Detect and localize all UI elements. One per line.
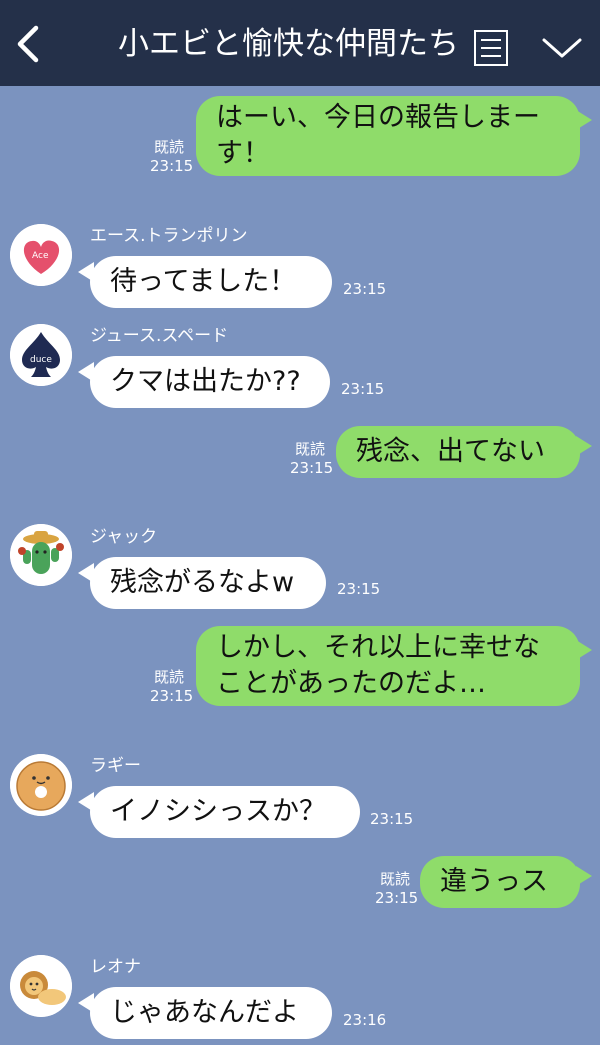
sender-name: ジュース.スペード — [90, 326, 229, 346]
heart-ace-avatar: Ace — [10, 224, 72, 286]
message-text: 残念がるなよw — [110, 567, 295, 598]
chevron-down-icon — [542, 38, 582, 58]
incoming-message-bubble[interactable]: 待ってました！ — [90, 256, 332, 308]
cactus-avatar — [10, 524, 72, 586]
message-text: イノシシっスか？ — [110, 796, 326, 827]
chat-title: 小エビと愉快な仲間たち — [118, 26, 459, 62]
avatar-leona[interactable] — [10, 955, 72, 1017]
message-text: 違うっス — [440, 866, 548, 897]
read-receipt: 既読 — [153, 138, 184, 156]
message-text-line: しかし、それ以上に幸せな — [216, 632, 540, 663]
svg-text:duce: duce — [30, 355, 52, 365]
svg-text:Ace: Ace — [32, 251, 49, 261]
outgoing-message-bubble[interactable]: しかし、それ以上に幸せな ことがあったのだよ… — [196, 626, 580, 706]
message-time: 23:15 — [290, 459, 334, 477]
spade-duce-avatar: duce — [10, 324, 72, 386]
message-time: 23:15 — [150, 687, 194, 705]
message-text: じゃあなんだよ — [110, 997, 299, 1028]
avatar-ruggie[interactable] — [10, 754, 72, 816]
avatar-jack[interactable] — [10, 524, 72, 586]
message-time: 23:15 — [341, 380, 385, 398]
menu-icon — [474, 30, 508, 66]
bubble-tail — [576, 110, 592, 130]
chat-header: 小エビと愉快な仲間たち — [0, 0, 600, 86]
read-receipt: 既読 — [294, 440, 325, 458]
message-text: クマは出たか?? — [110, 366, 301, 397]
outgoing-message-bubble[interactable]: 残念、出てない — [336, 426, 580, 478]
incoming-message-bubble[interactable]: イノシシっスか？ — [90, 786, 360, 838]
incoming-message-bubble[interactable]: じゃあなんだよ — [90, 987, 332, 1039]
donut-avatar — [10, 754, 72, 816]
read-receipt: 既読 — [153, 668, 184, 686]
menu-button[interactable] — [474, 30, 508, 66]
read-receipt: 既読 — [379, 870, 410, 888]
sender-name: ジャック — [90, 527, 158, 547]
outgoing-message-bubble[interactable]: はーい、今日の報告しまー す！ — [196, 96, 580, 176]
bubble-tail — [576, 640, 592, 660]
avatar-ace[interactable]: Ace — [10, 224, 72, 286]
lion-avatar — [10, 955, 72, 1017]
message-text-line: ことがあったのだよ… — [216, 668, 486, 699]
outgoing-message-bubble[interactable]: 違うっス — [420, 856, 580, 908]
incoming-message-bubble[interactable]: クマは出たか?? — [90, 356, 330, 408]
bubble-tail — [576, 436, 592, 456]
sender-name: レオナ — [90, 957, 141, 977]
sender-name: ラギー — [90, 756, 141, 776]
incoming-message-bubble[interactable]: 残念がるなよw — [90, 557, 326, 609]
dropdown-button[interactable] — [540, 34, 584, 64]
message-time: 23:15 — [375, 889, 419, 907]
avatar-duce[interactable]: duce — [10, 324, 72, 386]
message-text: 残念、出てない — [356, 436, 545, 467]
sender-name: エース.トランポリン — [90, 226, 248, 246]
message-time: 23:15 — [343, 280, 387, 298]
chevron-left-icon — [17, 25, 39, 63]
message-time: 23:15 — [337, 580, 381, 598]
message-time: 23:15 — [370, 810, 414, 828]
message-text-line: はーい、今日の報告しまー — [216, 102, 540, 133]
message-time: 23:15 — [150, 157, 194, 175]
bubble-tail — [576, 866, 592, 886]
message-time: 23:16 — [343, 1011, 387, 1029]
back-button[interactable] — [10, 22, 50, 66]
message-text: 待ってました！ — [110, 266, 297, 297]
message-text-line: す！ — [216, 138, 270, 169]
